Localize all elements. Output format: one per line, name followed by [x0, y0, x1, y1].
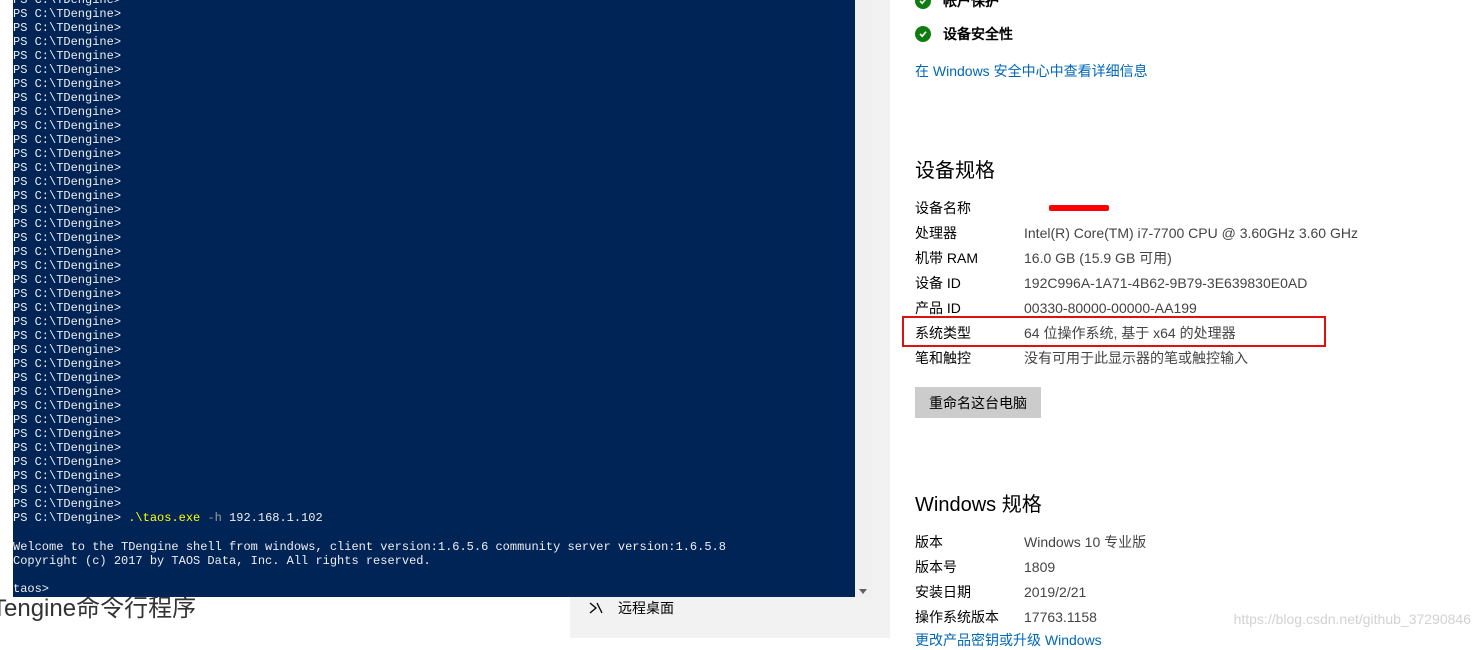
console-output[interactable]: PS C:\TDengine> PS C:\TDengine> PS C:\TDen…	[13, 0, 855, 597]
prompt-line: PS C:\TDengine>	[13, 49, 122, 63]
scroll-down-arrow-icon[interactable]	[859, 589, 867, 594]
watermark: https://blog.csdn.net/github_37290846	[1233, 611, 1471, 627]
prompt-line: PS C:\TDengine>	[13, 77, 122, 91]
spec-value: Windows 10 专业版	[1024, 534, 1147, 550]
prompt-line: PS C:\TDengine>	[13, 105, 122, 119]
command-exe: .\taos.exe	[128, 511, 201, 525]
command-arg: 192.168.1.102	[229, 511, 323, 525]
command-prompt: PS C:\TDengine>	[13, 511, 122, 525]
copyright-line: Copyright (c) 2017 by TAOS Data, Inc. Al…	[13, 554, 431, 568]
prompt-line: PS C:\TDengine>	[13, 497, 122, 511]
command-line: PS C:\TDengine> .\taos.exe -h 192.168.1.…	[13, 511, 323, 525]
prompt-line: PS C:\TDengine>	[13, 301, 122, 315]
security-item-label: 帐户保护	[943, 0, 999, 9]
prompt-line: PS C:\TDengine>	[13, 7, 122, 21]
prompt-line: PS C:\TDengine>	[13, 245, 122, 259]
spec-label: 设备 ID	[915, 275, 961, 291]
spec-value: 1809	[1024, 559, 1056, 575]
remote-desktop-icon	[588, 600, 604, 616]
security-item-label: 设备安全性	[943, 26, 1013, 42]
prompt-line: PS C:\TDengine>	[13, 413, 122, 427]
prompt-line: PS C:\TDengine>	[13, 483, 122, 497]
security-item-account-protection: 帐户保护	[915, 0, 999, 11]
spec-value: Intel(R) Core(TM) i7-7700 CPU @ 3.60GHz …	[1024, 225, 1358, 241]
prompt-line: PS C:\TDengine>	[13, 469, 122, 483]
prompt-line: PS C:\TDengine>	[13, 315, 122, 329]
security-center-link[interactable]: 在 Windows 安全中心中查看详细信息	[915, 61, 1148, 81]
prompt-lines: PS C:\TDengine> PS C:\TDengine> PS C:\TDen…	[13, 0, 323, 525]
prompt-line: PS C:\TDengine>	[13, 147, 122, 161]
prompt-line: PS C:\TDengine>	[13, 399, 122, 413]
prompt-line: PS C:\TDengine>	[13, 175, 122, 189]
prompt-line: PS C:\TDengine>	[13, 119, 122, 133]
prompt-line: PS C:\TDengine>	[13, 427, 122, 441]
prompt-line: PS C:\TDengine>	[13, 35, 122, 49]
spec-label: 笔和触控	[915, 350, 971, 366]
taos-prompt[interactable]: taos>	[13, 582, 726, 596]
prompt-line: PS C:\TDengine>	[13, 161, 122, 175]
rename-pc-button[interactable]: 重命名这台电脑	[915, 387, 1041, 418]
vertical-scrollbar[interactable]	[855, 0, 872, 597]
nav-item-remote-desktop[interactable]: 远程桌面	[588, 598, 674, 618]
prompt-line: PS C:\TDengine>	[13, 371, 122, 385]
command-flag: -h	[207, 511, 222, 525]
settings-about-page: 帐户保护 设备安全性 在 Windows 安全中心中查看详细信息 设备规格 设备…	[890, 0, 1481, 648]
spec-value: 16.0 GB (15.9 GB 可用)	[1024, 250, 1172, 266]
prompt-line: PS C:\TDengine>	[13, 91, 122, 105]
prompt-line: PS C:\TDengine>	[13, 357, 122, 371]
shell-output: Welcome to the TDengine shell from windo…	[13, 540, 726, 596]
spec-label: 机带 RAM	[915, 250, 978, 266]
prompt-line: PS C:\TDengine>	[13, 21, 122, 35]
prompt-line: PS C:\TDengine>	[13, 343, 122, 357]
spec-label: 版本号	[915, 559, 957, 575]
check-circle-icon	[915, 0, 931, 9]
annotation-highlight-box	[902, 316, 1326, 347]
spec-value: 192C996A-1A71-4B62-9B79-3E639830E0AD	[1024, 275, 1308, 291]
spec-label: 设备名称	[915, 200, 971, 216]
prompt-line: PS C:\TDengine>	[13, 203, 122, 217]
prompt-line: PS C:\TDengine>	[13, 273, 122, 287]
spec-label: 版本	[915, 534, 943, 550]
prompt-line: PS C:\TDengine>	[13, 133, 122, 147]
prompt-line: PS C:\TDengine>	[13, 63, 122, 77]
prompt-line: PS C:\TDengine>	[13, 217, 122, 231]
device-specs-title: 设备规格	[915, 160, 995, 182]
spec-value: 没有可用于此显示器的笔或触控输入	[1024, 350, 1248, 366]
nav-item-label: 远程桌面	[618, 600, 674, 616]
prompt-line: PS C:\TDengine>	[13, 259, 122, 273]
prompt-line: PS C:\TDengine>	[13, 455, 122, 469]
prompt-line: PS C:\TDengine>	[13, 287, 122, 301]
prompt-line: PS C:\TDengine>	[13, 329, 122, 343]
prompt-line: PS C:\TDengine>	[13, 441, 122, 455]
spec-label: 处理器	[915, 225, 957, 241]
check-circle-icon	[915, 26, 931, 42]
window-left-border	[0, 0, 13, 597]
prompt-line: PS C:\TDengine>	[13, 231, 122, 245]
spec-value: 2019/2/21	[1024, 584, 1087, 600]
prompt-line: PS C:\TDengine>	[13, 385, 122, 399]
spec-label: 安装日期	[915, 584, 971, 600]
prompt-line: PS C:\TDengine>	[13, 0, 122, 7]
windows-specs-title: Windows 规格	[915, 494, 1042, 516]
change-product-key-link[interactable]: 更改产品密钥或升级 Windows	[915, 630, 1102, 650]
prompt-line: PS C:\TDengine>	[13, 189, 122, 203]
welcome-line: Welcome to the TDengine shell from windo…	[13, 540, 726, 554]
redaction-mark	[1049, 205, 1109, 211]
security-item-device-security: 设备安全性	[915, 24, 1013, 44]
spec-label: 操作系统版本	[915, 609, 999, 625]
spec-value: 17763.1158	[1024, 609, 1097, 625]
powershell-window[interactable]: PS C:\TDengine> PS C:\TDengine> PS C:\TDen…	[0, 0, 872, 597]
